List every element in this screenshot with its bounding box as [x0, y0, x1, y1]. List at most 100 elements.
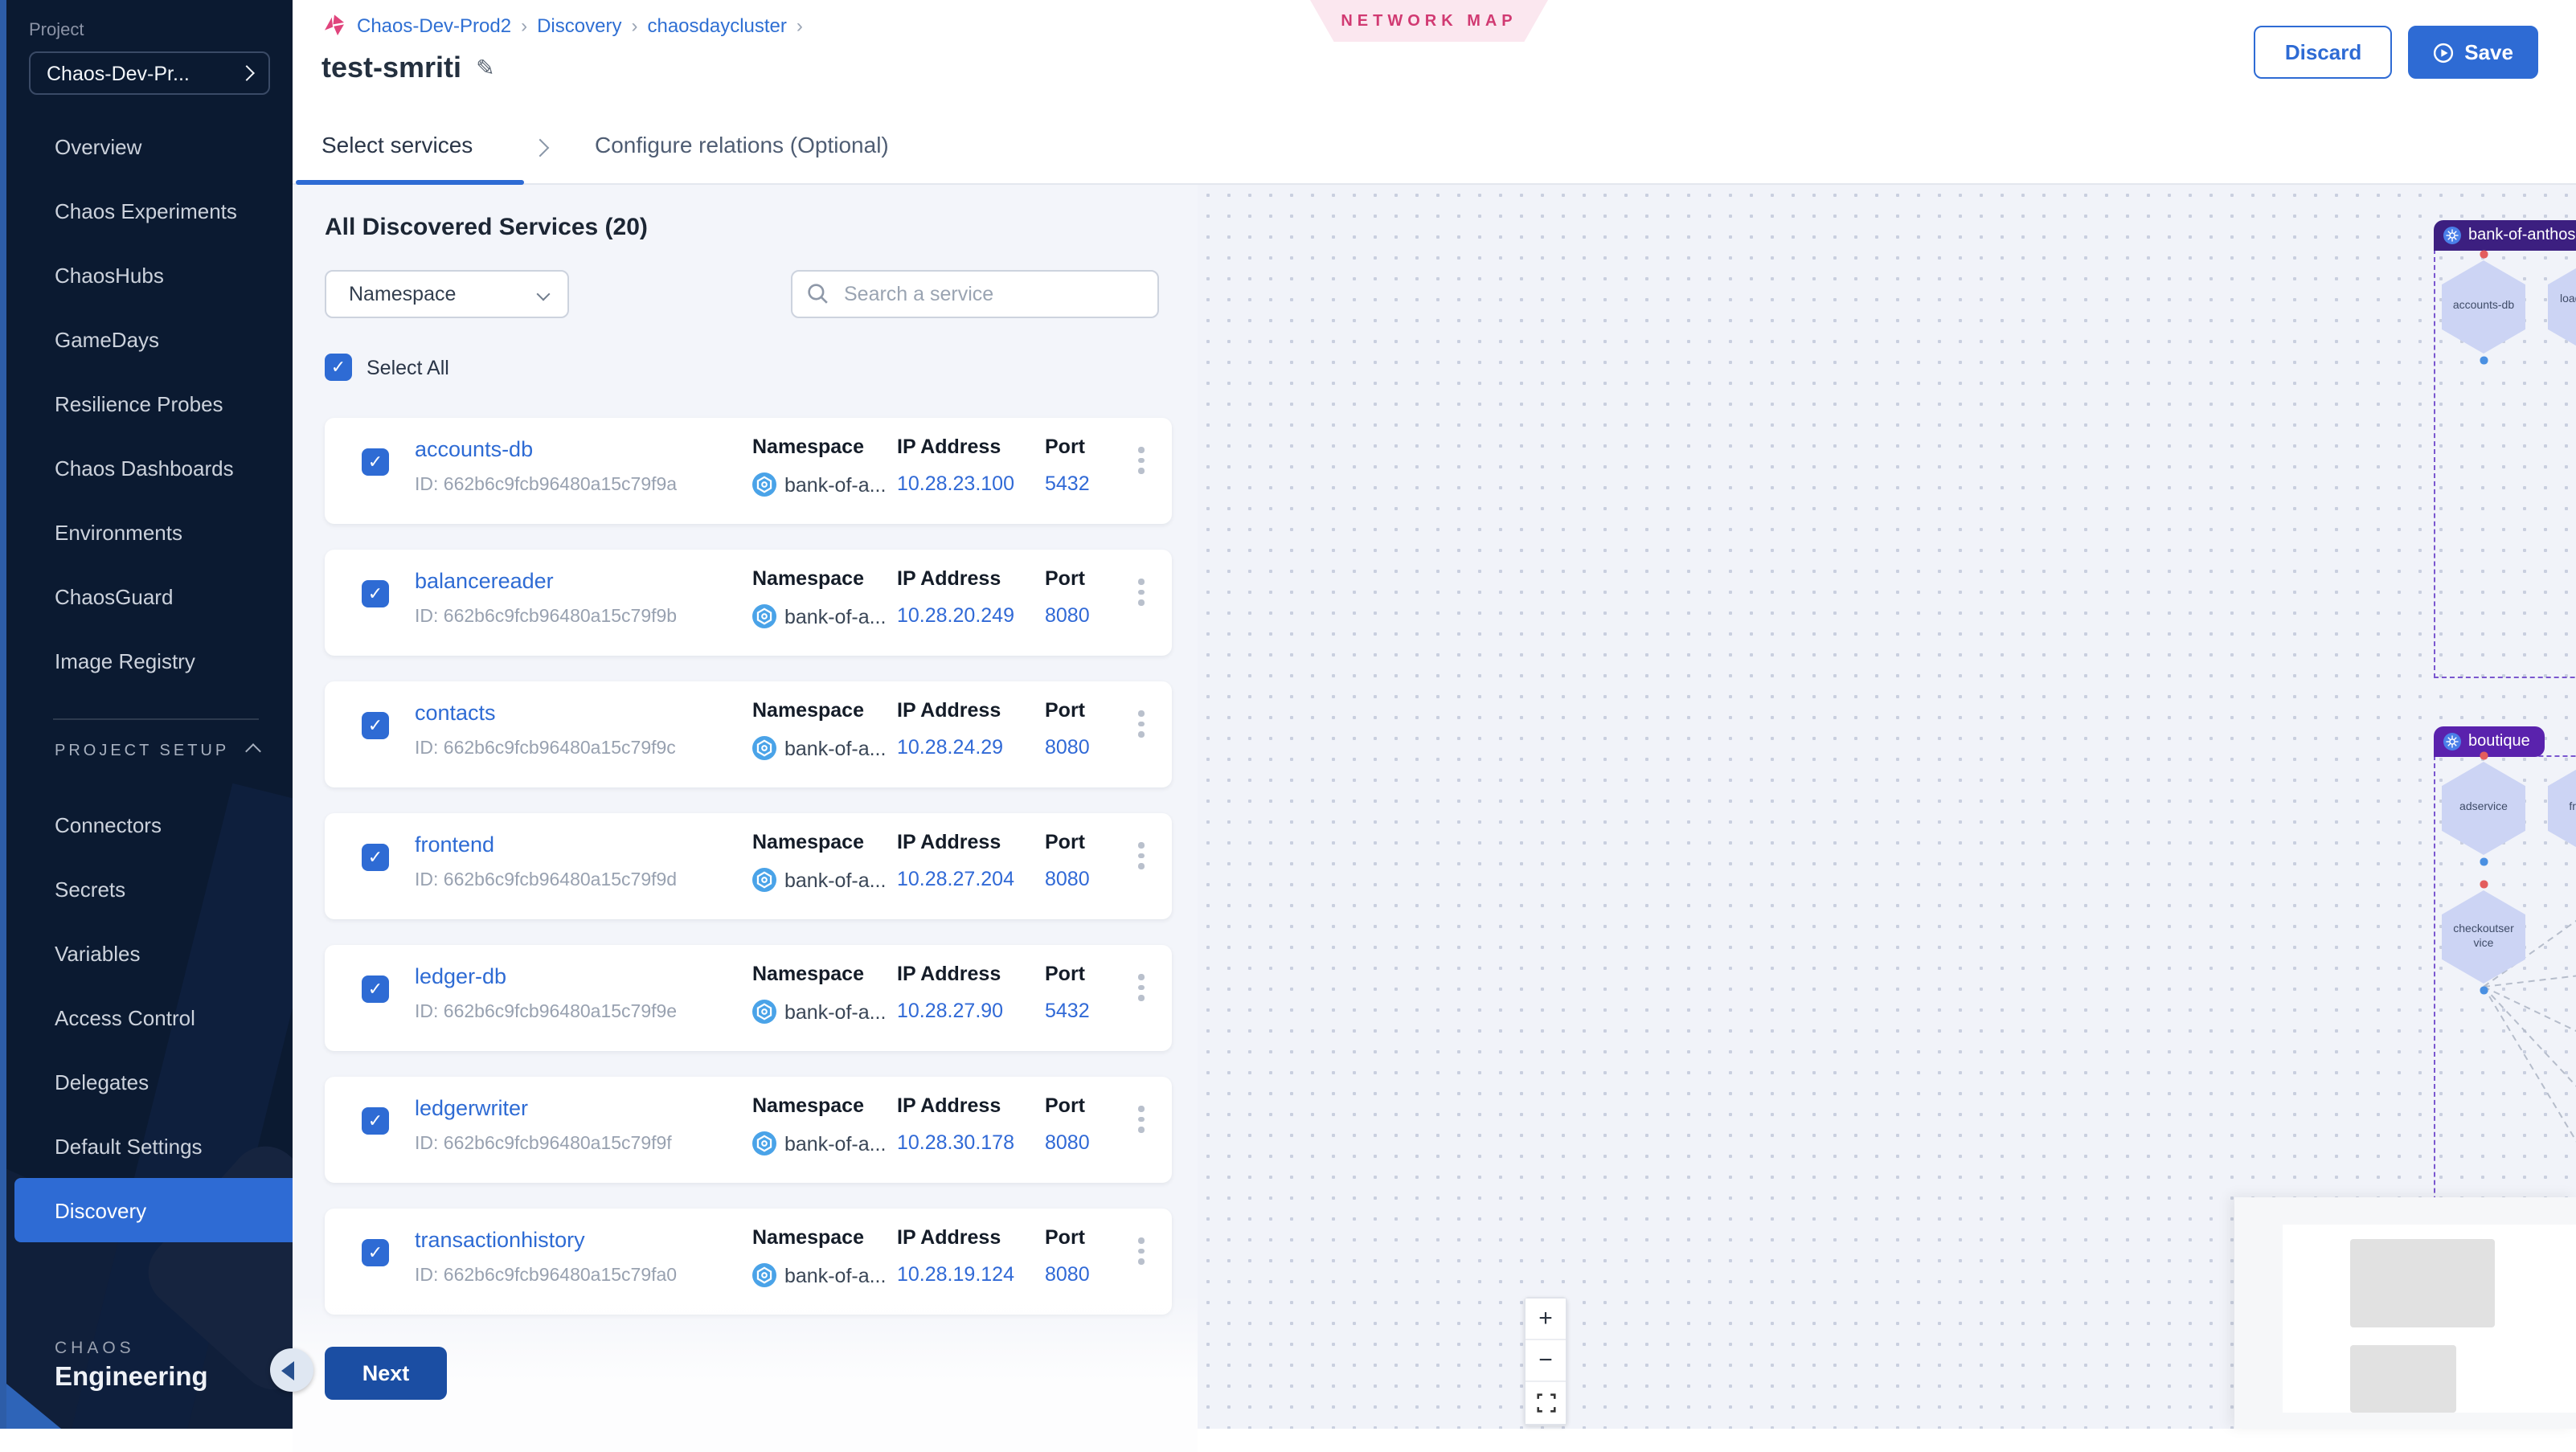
- sidebar-item-secrets[interactable]: Secrets: [0, 857, 293, 921]
- search-input[interactable]: [841, 281, 1143, 307]
- project-name: Chaos-Dev-Pr...: [47, 62, 190, 84]
- namespace-icon: [752, 472, 776, 497]
- kebab-menu-icon[interactable]: [1135, 707, 1147, 740]
- ip-address-value: 10.28.20.249: [897, 604, 1014, 627]
- ip-address-value: 10.28.23.100: [897, 472, 1014, 495]
- sidebar-item-chaoshubs[interactable]: ChaosHubs: [0, 243, 293, 307]
- network-map-ribbon: NETWORK MAP: [1310, 0, 1548, 42]
- service-name-link[interactable]: transactionhistory: [415, 1228, 585, 1252]
- ip-address-value: 10.28.30.178: [897, 1131, 1014, 1154]
- service-name-link[interactable]: accounts-db: [415, 437, 533, 461]
- namespace-icon: [752, 1000, 776, 1024]
- namespace-filter-dropdown[interactable]: Namespace: [325, 270, 569, 318]
- kebab-menu-icon[interactable]: [1135, 1102, 1147, 1135]
- sidebar-item-delegates[interactable]: Delegates: [0, 1049, 293, 1114]
- fullscreen-button[interactable]: [1526, 1382, 1566, 1424]
- service-checkbox[interactable]: ✓: [362, 1239, 389, 1266]
- service-name-link[interactable]: contacts: [415, 701, 496, 725]
- port-value: 5432: [1045, 472, 1090, 495]
- service-checkbox[interactable]: ✓: [362, 1107, 389, 1135]
- input-port: [2480, 251, 2488, 258]
- service-id: ID: 662b6c9fcb96480a15c79f9c: [415, 739, 676, 759]
- namespace-icon: [752, 736, 776, 760]
- chevron-up-icon: [245, 743, 261, 759]
- sidebar-item-chaos-experiments[interactable]: Chaos Experiments: [0, 178, 293, 243]
- kebab-menu-icon[interactable]: [1135, 575, 1147, 608]
- save-button[interactable]: Save: [2408, 26, 2537, 79]
- sidebar-item-environments[interactable]: Environments: [0, 500, 293, 564]
- namespace-value: bank-of-a...: [784, 605, 886, 628]
- namespace-icon: [752, 604, 776, 628]
- edit-title-icon[interactable]: ✎: [476, 55, 494, 82]
- section-label: PROJECT SETUP: [55, 742, 229, 760]
- sidebar-item-access-control[interactable]: Access Control: [0, 985, 293, 1049]
- service-id: ID: 662b6c9fcb96480a15c79f9a: [415, 476, 677, 495]
- sidebar-item-connectors[interactable]: Connectors: [0, 792, 293, 857]
- service-checkbox[interactable]: ✓: [362, 712, 389, 739]
- minimap[interactable]: [2234, 1197, 2576, 1428]
- project-setup-section-header[interactable]: PROJECT SETUP: [55, 742, 259, 760]
- breadcrumb-cluster[interactable]: chaosdaycluster: [647, 14, 786, 37]
- column-header-ip: IP Address: [897, 436, 1014, 458]
- save-label: Save: [2464, 40, 2513, 64]
- column-header-port: Port: [1045, 1094, 1090, 1117]
- namespace-value: bank-of-a...: [784, 1264, 886, 1286]
- sidebar-item-default-settings[interactable]: Default Settings: [0, 1114, 293, 1178]
- port-value: 8080: [1045, 604, 1090, 627]
- column-header-namespace: Namespace: [752, 436, 886, 458]
- select-all-checkbox[interactable]: ✓: [325, 354, 352, 381]
- sidebar-item-overview[interactable]: Overview: [0, 114, 293, 178]
- service-id: ID: 662b6c9fcb96480a15c79f9d: [415, 871, 677, 890]
- service-name-link[interactable]: ledgerwriter: [415, 1096, 528, 1120]
- next-button[interactable]: Next: [325, 1347, 447, 1400]
- service-id: ID: 662b6c9fcb96480a15c79f9f: [415, 1135, 672, 1154]
- namespace-value: bank-of-a...: [784, 1132, 886, 1155]
- cluster-badge-boutique[interactable]: boutique: [2433, 726, 2545, 757]
- kebab-menu-icon[interactable]: [1135, 839, 1147, 872]
- service-checkbox[interactable]: ✓: [362, 975, 389, 1003]
- namespace-value: bank-of-a...: [784, 473, 886, 496]
- zoom-in-button[interactable]: +: [1526, 1299, 1566, 1340]
- service-name-link[interactable]: balancereader: [415, 569, 554, 593]
- breadcrumb-project[interactable]: Chaos-Dev-Prod2: [357, 14, 511, 37]
- sidebar-item-gamedays[interactable]: GameDays: [0, 307, 293, 371]
- page-header: Chaos-Dev-Prod2 › Discovery › chaosdaycl…: [293, 0, 2576, 106]
- service-card-ledgerwriter: ✓ ledgerwriter ID: 662b6c9fcb96480a15c79…: [325, 1077, 1172, 1183]
- output-port: [2480, 987, 2488, 994]
- collapse-sidebar-button[interactable]: [270, 1348, 313, 1392]
- port-value: 5432: [1045, 1000, 1090, 1022]
- namespace-icon: [752, 1131, 776, 1155]
- kebab-menu-icon[interactable]: [1135, 444, 1147, 477]
- service-checkbox[interactable]: ✓: [362, 844, 389, 871]
- network-map-canvas[interactable]: + − bank-of-anthosaccounts-dbloadgenerat…: [1198, 185, 2576, 1428]
- sidebar-item-chaos-dashboards[interactable]: Chaos Dashboards: [0, 436, 293, 500]
- sidebar-item-variables[interactable]: Variables: [0, 921, 293, 985]
- zoom-out-button[interactable]: −: [1526, 1340, 1566, 1382]
- divider: [53, 718, 259, 720]
- column-header-port: Port: [1045, 699, 1090, 722]
- project-selector[interactable]: Chaos-Dev-Pr...: [29, 51, 270, 95]
- active-tab-underline: [296, 180, 524, 185]
- service-card-frontend: ✓ frontend ID: 662b6c9fcb96480a15c79f9d …: [325, 813, 1172, 919]
- service-name-link[interactable]: ledger-db: [415, 964, 506, 988]
- tab-select-services[interactable]: Select services: [321, 106, 473, 183]
- sidebar-setup-nav: ConnectorsSecretsVariablesAccess Control…: [0, 792, 293, 1242]
- breadcrumb-separator: ›: [631, 14, 637, 37]
- breadcrumb-discovery[interactable]: Discovery: [537, 14, 621, 37]
- cluster-badge-bank-of-anthos[interactable]: bank-of-anthos: [2433, 220, 2576, 251]
- sidebar: Project Chaos-Dev-Pr... OverviewChaos Ex…: [0, 0, 293, 1428]
- sidebar-item-resilience-probes[interactable]: Resilience Probes: [0, 371, 293, 436]
- kebab-menu-icon[interactable]: [1135, 1234, 1147, 1267]
- sidebar-item-discovery[interactable]: Discovery: [14, 1178, 293, 1242]
- service-id: ID: 662b6c9fcb96480a15c79f9e: [415, 1003, 677, 1022]
- tab-configure-relations[interactable]: Configure relations (Optional): [595, 106, 889, 183]
- service-checkbox[interactable]: ✓: [362, 580, 389, 607]
- chevron-right-icon: [239, 65, 255, 81]
- kebab-menu-icon[interactable]: [1135, 971, 1147, 1004]
- sidebar-item-image-registry[interactable]: Image Registry: [0, 628, 293, 693]
- service-name-link[interactable]: frontend: [415, 832, 494, 857]
- sidebar-item-chaosguard[interactable]: ChaosGuard: [0, 564, 293, 628]
- discard-button[interactable]: Discard: [2255, 26, 2392, 79]
- service-checkbox[interactable]: ✓: [362, 448, 389, 476]
- service-card-accounts-db: ✓ accounts-db ID: 662b6c9fcb96480a15c79f…: [325, 418, 1172, 524]
